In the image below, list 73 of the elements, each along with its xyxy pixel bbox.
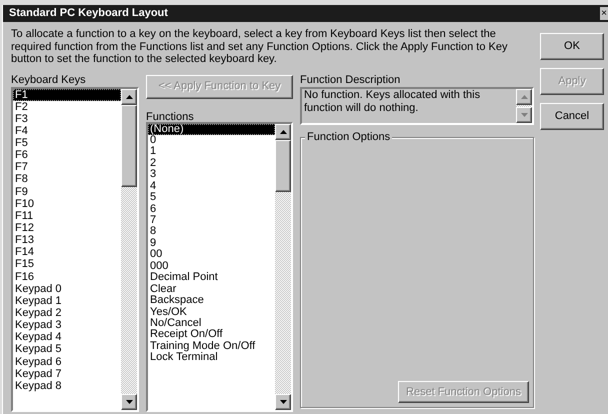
list-item[interactable]: Keypad 6 xyxy=(13,356,121,368)
list-item[interactable]: F10 xyxy=(13,198,121,210)
list-item[interactable]: Backspace xyxy=(148,295,275,306)
description-text: No function. Keys allocated with this function will do nothing. xyxy=(303,88,482,116)
list-item[interactable]: Keypad 8 xyxy=(13,380,121,392)
list-item[interactable]: 00 xyxy=(148,249,275,261)
window-title: Standard PC Keyboard Layout xyxy=(9,6,168,22)
function-description-label: Function Description xyxy=(300,72,402,86)
list-item[interactable]: Keypad 1 xyxy=(13,294,121,308)
scroll-up-button[interactable] xyxy=(121,88,137,104)
list-item[interactable]: F5 xyxy=(13,137,121,150)
list-item[interactable]: F16 xyxy=(13,270,121,283)
list-item[interactable]: 2 xyxy=(148,158,275,170)
list-item[interactable]: Keypad 5 xyxy=(13,343,121,356)
list-item[interactable]: F4 xyxy=(13,124,121,138)
list-item[interactable]: 8 xyxy=(148,226,275,238)
list-item[interactable]: F11 xyxy=(13,210,121,222)
down-arrow-icon xyxy=(126,400,132,404)
scrollbar[interactable] xyxy=(516,88,532,122)
list-item[interactable]: Keypad 2 xyxy=(13,307,121,320)
list-item[interactable]: Clear xyxy=(148,284,275,296)
list-item[interactable]: 9 xyxy=(148,238,275,250)
scroll-down-button[interactable] xyxy=(121,394,137,410)
list-item[interactable]: Receipt On/Off xyxy=(148,329,275,341)
list-item[interactable]: No/Cancel xyxy=(148,318,275,330)
keyboard-keys-label: Keyboard Keys xyxy=(11,72,87,86)
list-item[interactable]: F1 xyxy=(13,88,121,101)
list-item[interactable]: F14 xyxy=(13,246,121,258)
up-arrow-icon xyxy=(280,130,286,134)
list-item[interactable]: (None) xyxy=(148,124,275,135)
list-item[interactable]: 0 xyxy=(148,134,275,146)
function-options-label: Function Options xyxy=(305,130,392,144)
list-item[interactable]: 6 xyxy=(148,204,275,215)
list-item[interactable]: 5 xyxy=(148,192,275,204)
close-button[interactable]: × xyxy=(600,7,608,20)
list-item[interactable]: Lock Terminal xyxy=(148,352,275,364)
scroll-up-button[interactable] xyxy=(516,88,532,104)
up-arrow-icon xyxy=(126,94,132,98)
list-item[interactable]: F15 xyxy=(13,258,121,271)
scroll-thumb[interactable] xyxy=(121,104,137,186)
down-arrow-icon xyxy=(280,400,286,404)
list-item[interactable]: Keypad 3 xyxy=(13,319,121,332)
up-arrow-icon xyxy=(520,94,528,98)
list-item[interactable]: 7 xyxy=(148,215,275,226)
list-item[interactable]: F3 xyxy=(13,112,121,125)
scrollbar[interactable] xyxy=(121,88,137,410)
list-item[interactable]: Keypad 4 xyxy=(13,331,121,344)
instructions-text: To allocate a function to a key on the keyboard, select a key from Keyboard Keys list then select the required function from the Functions list and set any Function Options. Click the Apply Function to Key button to set the function to the selected keyboard key. xyxy=(11,28,508,66)
list-item[interactable]: F6 xyxy=(13,149,121,162)
list-item[interactable]: Decimal Point xyxy=(148,272,275,284)
ok-button[interactable]: OK xyxy=(540,33,604,60)
functions-label: Functions xyxy=(146,110,195,122)
list-item[interactable]: 3 xyxy=(148,169,275,181)
list-item[interactable]: F8 xyxy=(13,173,121,186)
scroll-up-button[interactable] xyxy=(275,124,291,140)
cancel-button[interactable]: Cancel xyxy=(540,103,604,130)
list-item[interactable]: F9 xyxy=(13,186,121,198)
list-item[interactable]: 000 xyxy=(148,260,275,272)
scroll-down-button[interactable] xyxy=(516,106,532,122)
list-item[interactable]: F12 xyxy=(13,222,121,234)
list-item[interactable]: Keypad 7 xyxy=(13,368,121,380)
list-item[interactable]: Yes/OK xyxy=(148,306,275,318)
down-arrow-icon xyxy=(520,112,528,116)
list-item[interactable]: Training Mode On/Off xyxy=(148,340,275,352)
list-item[interactable]: F7 xyxy=(13,161,121,174)
list-item[interactable]: Keypad 0 xyxy=(13,282,121,295)
list-item[interactable]: F13 xyxy=(13,234,121,246)
scroll-thumb[interactable] xyxy=(275,140,291,192)
scroll-down-button[interactable] xyxy=(275,394,291,410)
list-item[interactable]: 1 xyxy=(148,146,275,158)
list-item[interactable]: 4 xyxy=(148,180,275,192)
scrollbar[interactable] xyxy=(275,124,291,410)
list-item[interactable]: F2 xyxy=(13,100,121,113)
